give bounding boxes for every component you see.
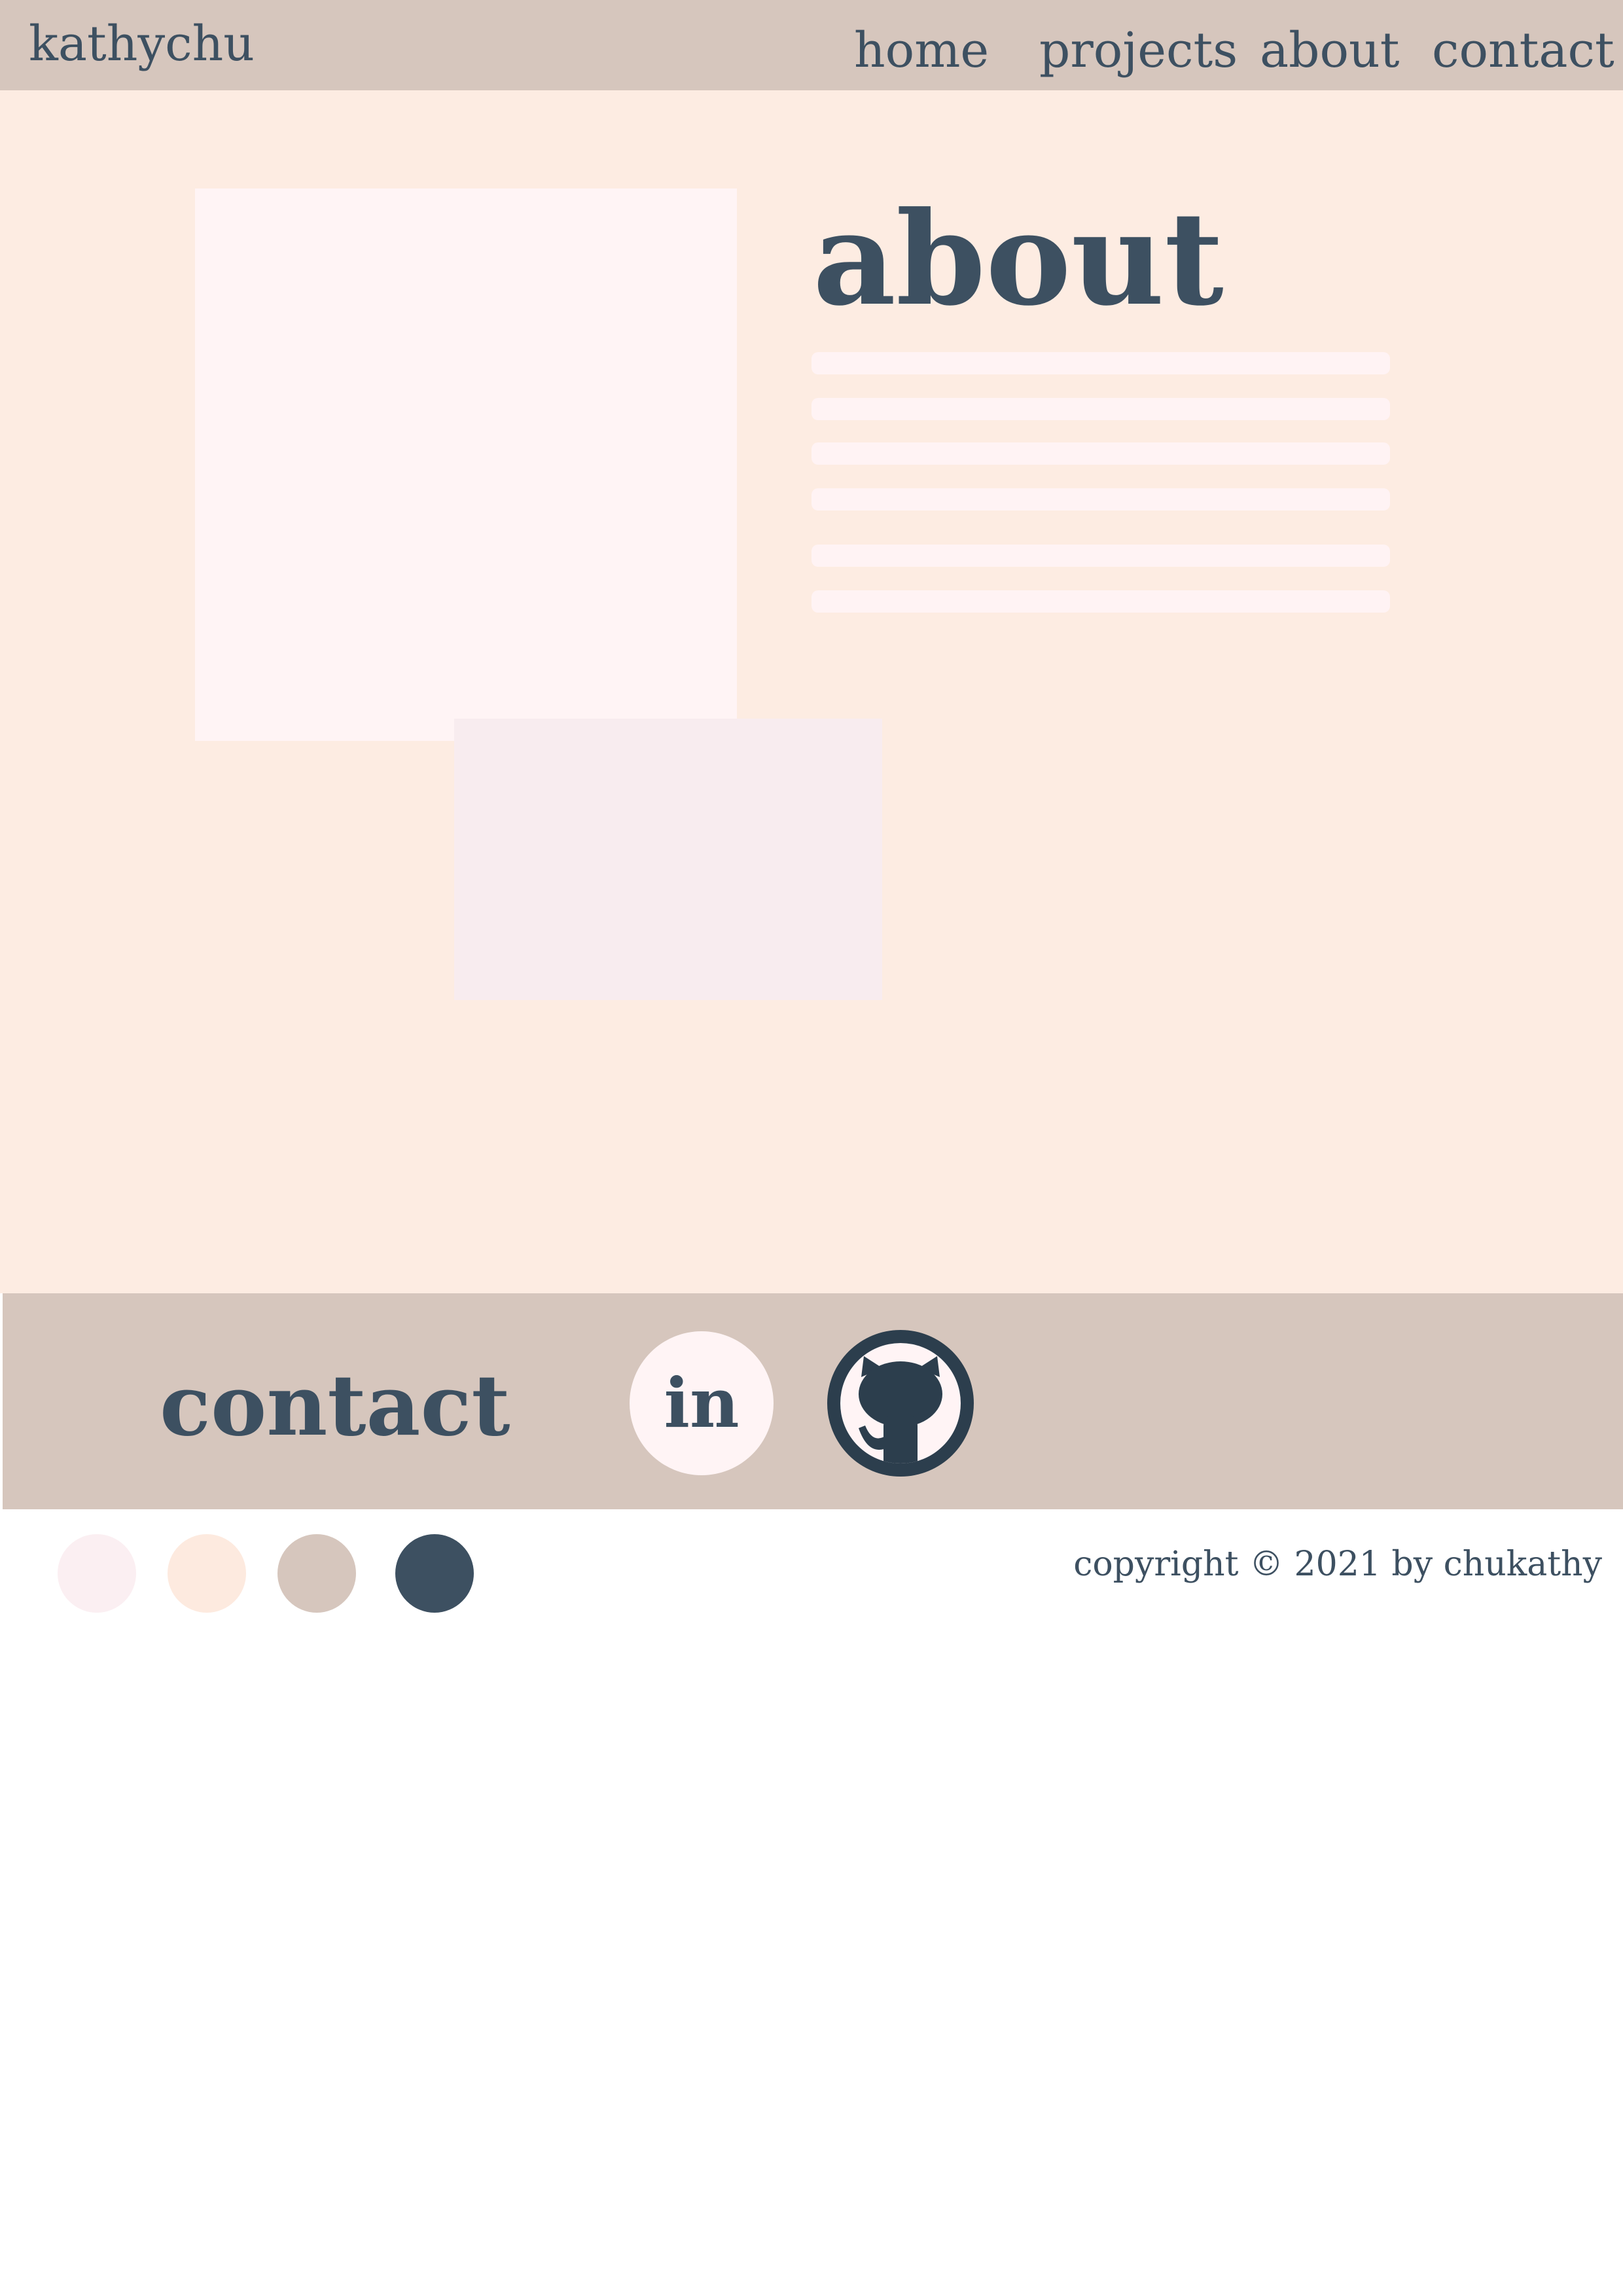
nav-link-projects[interactable]: projects	[1039, 26, 1238, 75]
about-text-placeholder-line	[812, 398, 1390, 420]
nav-link-about[interactable]: about	[1260, 26, 1399, 75]
palette-swatch	[395, 1534, 474, 1613]
contact-section: contact in	[3, 1293, 1623, 1509]
github-button[interactable]	[827, 1330, 974, 1477]
about-image-placeholder	[195, 188, 737, 741]
top-navigation-bar: kathychu home projects about contact	[0, 0, 1623, 90]
about-text-placeholder-line	[812, 352, 1390, 374]
site-brand[interactable]: kathychu	[29, 20, 255, 68]
nav-link-home[interactable]: home	[854, 26, 989, 75]
palette-swatch	[277, 1534, 356, 1613]
palette-swatch	[168, 1534, 246, 1613]
about-heading: about	[813, 184, 1224, 334]
about-text-placeholder-line	[812, 545, 1390, 567]
contact-heading: contact	[160, 1357, 510, 1455]
about-text-placeholder-line	[812, 442, 1390, 465]
about-text-placeholder-line	[812, 590, 1390, 613]
linkedin-icon: in	[664, 1363, 740, 1443]
about-text-placeholder-line	[812, 488, 1390, 511]
palette-swatch	[58, 1534, 136, 1613]
about-section: about	[0, 90, 1623, 1293]
linkedin-button[interactable]: in	[630, 1331, 774, 1475]
about-secondary-image-placeholder	[454, 719, 882, 1000]
nav-link-contact[interactable]: contact	[1432, 26, 1614, 75]
copyright-text: copyright © 2021 by chukathy	[1073, 1545, 1602, 1584]
github-octocat-icon	[827, 1330, 974, 1477]
